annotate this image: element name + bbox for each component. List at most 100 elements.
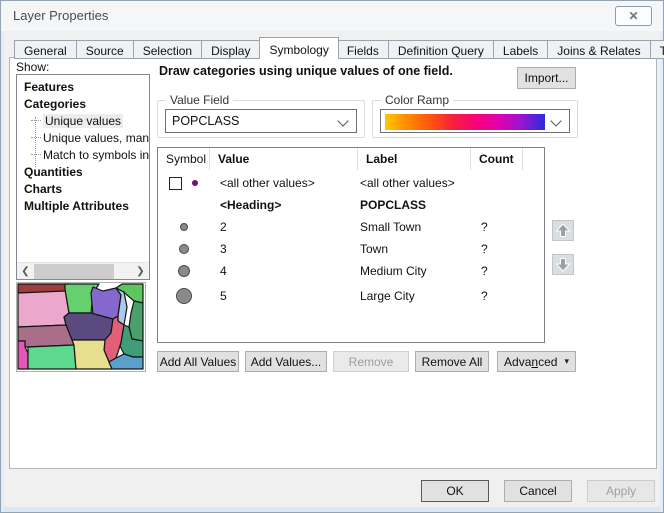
tree-item-label: Match to symbols in a (43, 148, 150, 162)
close-button[interactable]: ✕ (615, 6, 652, 26)
color-ramp-group: Color Ramp (372, 100, 578, 138)
tab-label: Time (660, 44, 664, 58)
tab-definition-query[interactable]: Definition Query (389, 40, 494, 59)
all-other-values-checkbox[interactable] (169, 177, 182, 190)
color-ramp-dropdown[interactable] (380, 109, 570, 133)
value-field-group-label: Value Field (166, 93, 233, 107)
map-state-shape (18, 284, 70, 293)
symbol-dot (175, 240, 193, 258)
tab-label: General (24, 44, 67, 58)
value-field-dropdown[interactable]: POPCLASS (165, 109, 357, 133)
symbol-dot (175, 262, 193, 280)
window-title: Layer Properties (13, 8, 108, 23)
tree-item-multiple-attributes[interactable]: Multiple Attributes (17, 197, 149, 214)
symbol-cell[interactable] (158, 262, 210, 280)
symbol-dot (174, 286, 194, 306)
count-cell: ? (471, 220, 523, 234)
table-row-large-city[interactable]: 5 Large City ? (158, 283, 544, 309)
add-values-button[interactable]: Add Values... (245, 351, 327, 372)
chevron-down-icon (337, 115, 348, 126)
tab-label: Symbology (269, 43, 328, 57)
add-all-values-button[interactable]: Add All Values (157, 351, 239, 372)
value-field-group: Value Field POPCLASS (157, 100, 365, 138)
button-label: Add Values... (251, 355, 322, 369)
value-field-selected: POPCLASS (166, 114, 239, 128)
import-button[interactable]: Import... (517, 67, 576, 89)
tab-labels[interactable]: Labels (494, 40, 548, 59)
tree-item-label: Charts (24, 182, 62, 196)
table-row-small-town[interactable]: 2 Small Town ? (158, 216, 544, 238)
show-label: Show: (16, 60, 49, 74)
table-row-town[interactable]: 3 Town ? (158, 238, 544, 260)
symbol-cell[interactable] (158, 286, 210, 306)
symbology-tab-page: Show: Features Categories Unique values … (9, 57, 657, 469)
tree-item-unique-values[interactable]: Unique values (17, 112, 149, 129)
tab-label: Joins & Relates (557, 44, 640, 58)
tab-display[interactable]: Display (202, 40, 260, 59)
table-row-medium-city[interactable]: 4 Medium City ? (158, 260, 544, 282)
tab-strip: General Source Selection Display Symbolo… (14, 37, 664, 59)
chevron-down-icon (550, 115, 561, 126)
tab-label: Fields (347, 44, 379, 58)
symbol-table: Symbol Value Label Count <all other valu… (157, 147, 545, 343)
tab-time[interactable]: Time (651, 40, 664, 59)
map-state-shape (28, 345, 76, 369)
scroll-left-icon[interactable]: ❮ (17, 263, 34, 280)
label-cell: Town (358, 242, 471, 256)
tree-horizontal-scrollbar[interactable]: ❮ ❯ (17, 262, 149, 279)
count-cell: ? (471, 242, 523, 256)
tree-item-charts[interactable]: Charts (17, 180, 149, 197)
color-ramp-group-label: Color Ramp (381, 93, 453, 107)
tab-label: Selection (143, 44, 192, 58)
column-header-symbol[interactable]: Symbol (158, 148, 210, 170)
scroll-right-icon[interactable]: ❯ (132, 263, 149, 280)
column-header-label[interactable]: Label (358, 148, 471, 170)
tree-item-label: Quantities (24, 165, 83, 179)
symbol-cell[interactable] (158, 240, 210, 258)
dropdown-caret-icon: ▾ (564, 356, 569, 367)
table-row-all-other-values[interactable]: <all other values> <all other values> (158, 172, 544, 194)
label-cell: Medium City (358, 264, 471, 278)
tree-item-categories[interactable]: Categories (17, 95, 149, 112)
tab-source[interactable]: Source (77, 40, 134, 59)
instruction-text: Draw categories using unique values of o… (159, 64, 509, 78)
value-cell: 3 (210, 242, 358, 256)
map-state-shape (18, 325, 74, 347)
arrow-down-icon (555, 257, 571, 272)
advanced-menu-button[interactable]: Advanced ▾ (497, 351, 576, 372)
button-label: Adva (504, 355, 531, 369)
tree-item-label: Features (24, 80, 74, 94)
column-header-count[interactable]: Count (471, 148, 523, 170)
tab-general[interactable]: General (14, 40, 77, 59)
count-cell: ? (471, 289, 523, 303)
ok-button[interactable]: OK (421, 480, 489, 502)
tab-selection[interactable]: Selection (134, 40, 202, 59)
remove-button: Remove (333, 351, 409, 372)
tree-item-features[interactable]: Features (17, 78, 149, 95)
button-label: Add All Values (160, 355, 237, 369)
cancel-button[interactable]: Cancel (504, 480, 572, 502)
tab-fields[interactable]: Fields (338, 40, 389, 59)
value-cell: <all other values> (210, 176, 358, 190)
remove-all-button[interactable]: Remove All (415, 351, 489, 372)
button-label: Cancel (519, 484, 556, 498)
tree-item-match-symbols[interactable]: Match to symbols in a (17, 146, 149, 163)
tree-item-label-selected: Unique values (43, 114, 123, 128)
symbol-cell[interactable] (158, 177, 210, 190)
tree-item-quantities[interactable]: Quantities (17, 163, 149, 180)
symbol-table-header: Symbol Value Label Count (158, 148, 544, 170)
tree-item-unique-values-many[interactable]: Unique values, many (17, 129, 149, 146)
table-row-heading[interactable]: <Heading> POPCLASS (158, 194, 544, 216)
column-header-value[interactable]: Value (210, 148, 358, 170)
symbol-cell[interactable] (158, 218, 210, 236)
button-label-accelerator: n (531, 355, 538, 369)
scrollbar-thumb[interactable] (34, 264, 114, 279)
label-cell: Large City (358, 289, 471, 303)
label-cell: <all other values> (358, 176, 471, 190)
move-down-button[interactable] (552, 254, 574, 275)
move-up-button[interactable] (552, 220, 574, 241)
tab-symbology[interactable]: Symbology (259, 37, 338, 59)
button-label: OK (446, 484, 463, 498)
tab-joins-relates[interactable]: Joins & Relates (548, 40, 650, 59)
title-bar[interactable]: Layer Properties ✕ (1, 1, 663, 31)
